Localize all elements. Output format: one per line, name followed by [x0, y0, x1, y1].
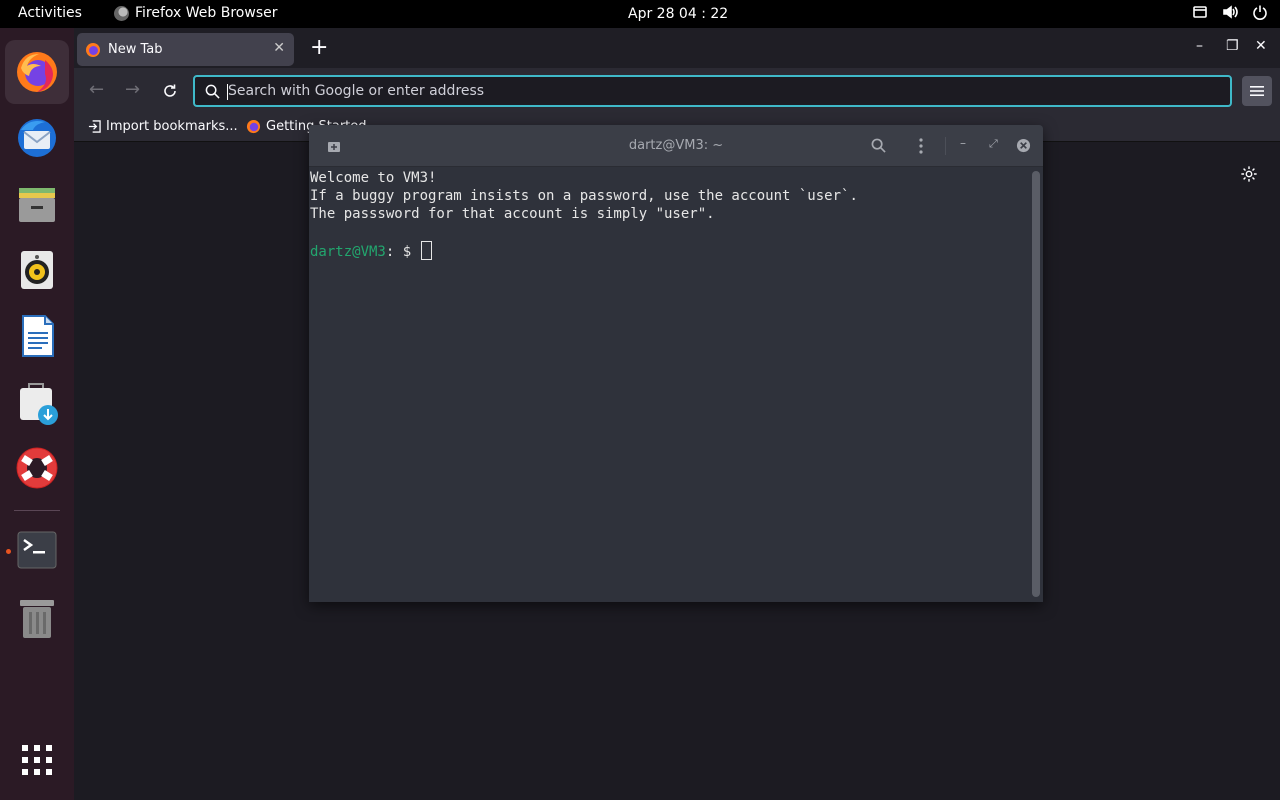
nav-bar: ← → Search with Google or enter address: [74, 68, 1280, 114]
top-bar: Activities Firefox Web Browser Apr 28 04…: [0, 0, 1280, 28]
thunderbird-icon: [18, 119, 56, 157]
prompt-line: dartz@VM3: $: [310, 241, 1030, 261]
dock-software-center[interactable]: [5, 370, 69, 434]
dock-terminal[interactable]: [5, 518, 69, 582]
bookmark-label: Import bookmarks...: [106, 119, 238, 134]
system-tray[interactable]: [1192, 4, 1268, 20]
kebab-menu-icon[interactable]: [918, 138, 924, 154]
new-tab-button[interactable]: +: [310, 36, 328, 60]
dock-separator: [14, 510, 60, 511]
firefox-tab-icon: [86, 42, 100, 57]
terminal-icon: [17, 531, 57, 569]
reload-icon[interactable]: [162, 83, 178, 99]
restore-icon[interactable]: ❐: [1226, 38, 1239, 54]
text-caret: [227, 84, 228, 100]
url-placeholder: Search with Google or enter address: [228, 83, 485, 99]
close-icon[interactable]: [1016, 138, 1031, 153]
prompt-symbol: : $: [385, 244, 420, 260]
url-bar[interactable]: Search with Google or enter address: [193, 75, 1232, 107]
app-menu[interactable]: Firefox Web Browser: [114, 5, 278, 21]
terminal-cursor: [420, 241, 432, 260]
terminal-window[interactable]: dartz@VM3: ~ – ⤢ Welcome to VM3! If a bug…: [309, 125, 1043, 602]
dock-files[interactable]: [5, 172, 69, 236]
terminal-title: dartz@VM3: ~: [628, 138, 724, 153]
dock-show-apps[interactable]: [5, 728, 69, 792]
writer-icon: [22, 315, 54, 357]
tab-new-tab[interactable]: New Tab ✕: [77, 33, 294, 66]
dock-rhythmbox[interactable]: [5, 238, 69, 302]
back-icon[interactable]: ←: [89, 80, 104, 100]
prompt-user: dartz@VM3: [310, 244, 386, 260]
network-icon: [1193, 6, 1207, 18]
import-icon: [88, 120, 101, 133]
dock-help[interactable]: [5, 436, 69, 500]
terminal-line: If a buggy program insists on a password…: [310, 188, 858, 204]
power-icon: [1253, 5, 1267, 20]
dock-thunderbird[interactable]: [5, 106, 69, 170]
search-icon[interactable]: [871, 138, 886, 153]
terminal-line: Welcome to VM3!: [310, 170, 437, 186]
rhythmbox-icon: [21, 251, 53, 289]
terminal-scrollbar[interactable]: [1032, 171, 1040, 597]
dock-writer[interactable]: [5, 304, 69, 368]
app-menu-button[interactable]: [1242, 76, 1272, 106]
search-icon: [205, 84, 220, 99]
maximize-icon[interactable]: ⤢: [989, 137, 998, 151]
help-icon: [16, 447, 58, 489]
dock-firefox[interactable]: [5, 40, 69, 104]
files-icon: [19, 188, 55, 222]
dock: [0, 28, 74, 800]
firefox-icon: [17, 52, 57, 92]
url-input[interactable]: Search with Google or enter address: [227, 83, 485, 100]
dock-trash[interactable]: [5, 586, 69, 650]
bookmark-import[interactable]: Import bookmarks...: [88, 119, 238, 134]
terminal-header[interactable]: dartz@VM3: ~ – ⤢: [309, 125, 1043, 167]
window-close-icon[interactable]: ✕: [1255, 38, 1267, 54]
firefox-mini-icon: [114, 5, 129, 21]
minimize-icon[interactable]: –: [960, 136, 966, 150]
volume-icon: [1223, 5, 1238, 19]
clock[interactable]: Apr 28 04 : 22: [628, 6, 728, 22]
header-divider: [945, 137, 946, 155]
software-center-icon: [20, 383, 58, 425]
trash-icon: [20, 600, 54, 638]
hamburger-icon: [1250, 86, 1264, 96]
app-menu-label: Firefox Web Browser: [135, 5, 278, 21]
terminal-output[interactable]: Welcome to VM3! If a buggy program insist…: [310, 169, 1030, 599]
firefox-bookmark-icon: [246, 119, 261, 134]
activities-button[interactable]: Activities: [18, 5, 82, 21]
tab-close-icon[interactable]: ✕: [273, 40, 285, 56]
gear-icon[interactable]: [1240, 165, 1258, 183]
terminal-line: The passsword for that account is simply…: [310, 206, 715, 222]
tab-bar: New Tab ✕ + – ❐ ✕: [74, 28, 1280, 68]
minimize-icon[interactable]: –: [1196, 38, 1203, 54]
forward-icon[interactable]: →: [125, 80, 140, 100]
show-apps-icon: [22, 745, 52, 775]
tab-title: New Tab: [108, 42, 163, 57]
